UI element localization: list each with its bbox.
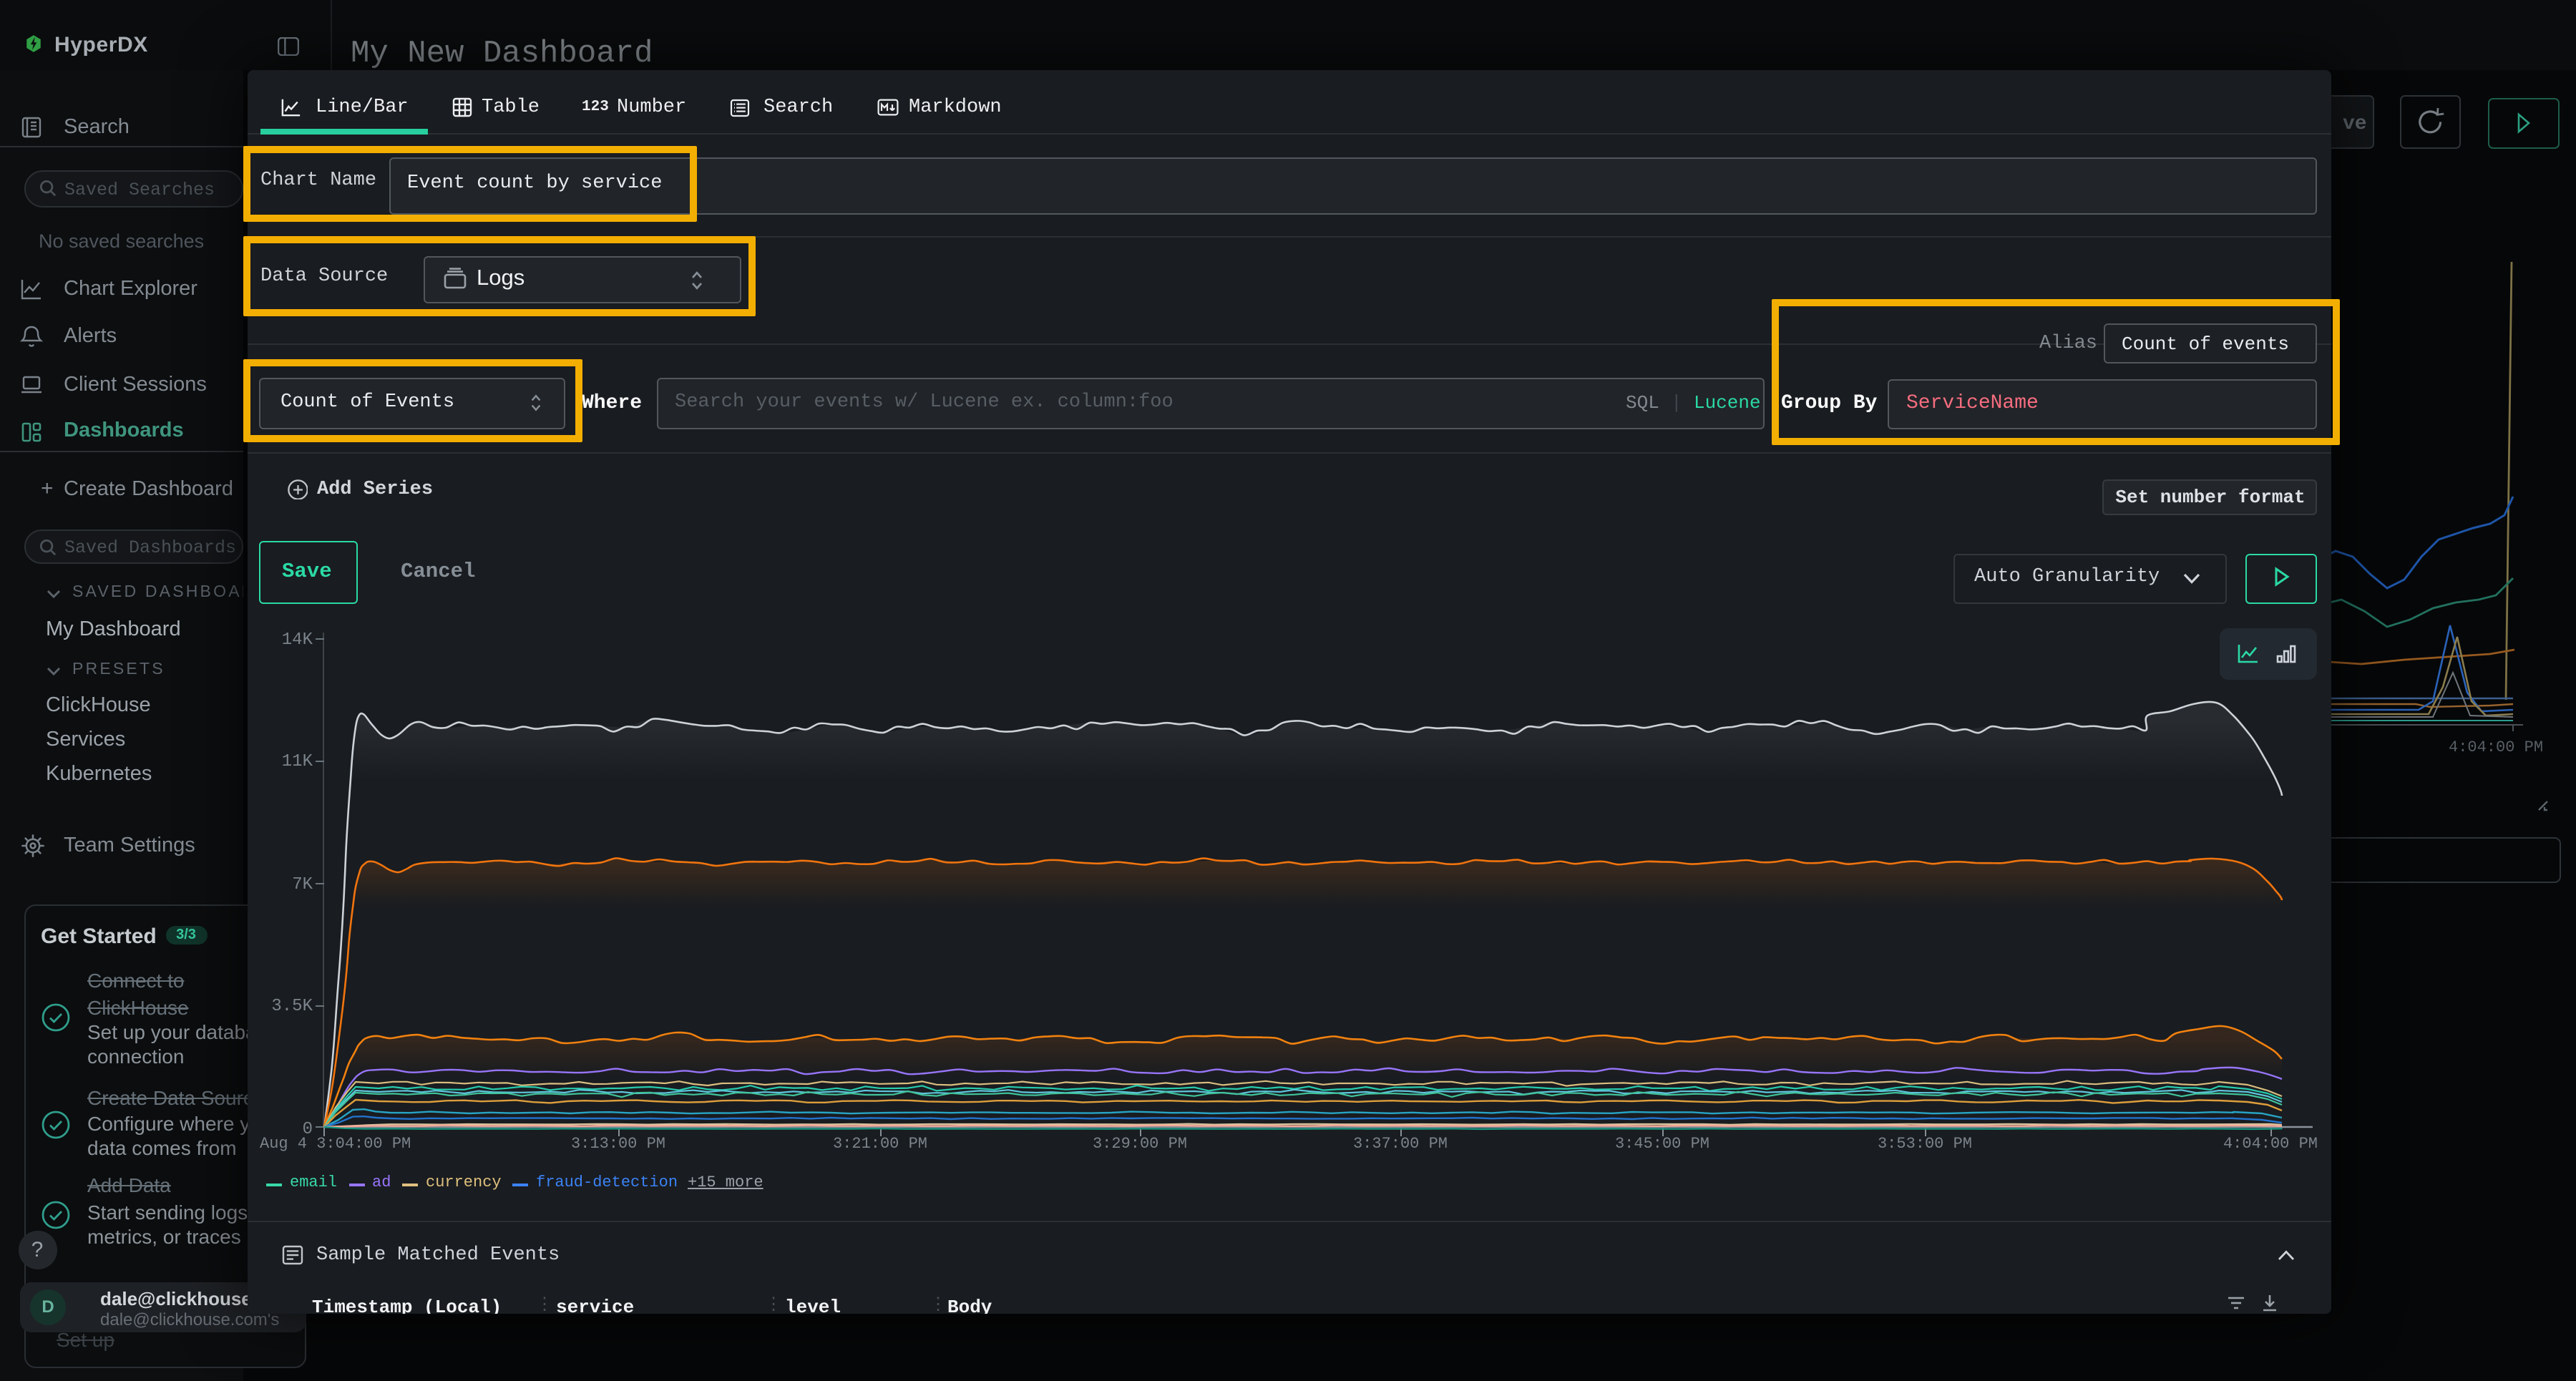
svg-text:ve: ve: [2343, 113, 2367, 135]
svg-text:4:04:00 PM: 4:04:00 PM: [2449, 738, 2543, 756]
